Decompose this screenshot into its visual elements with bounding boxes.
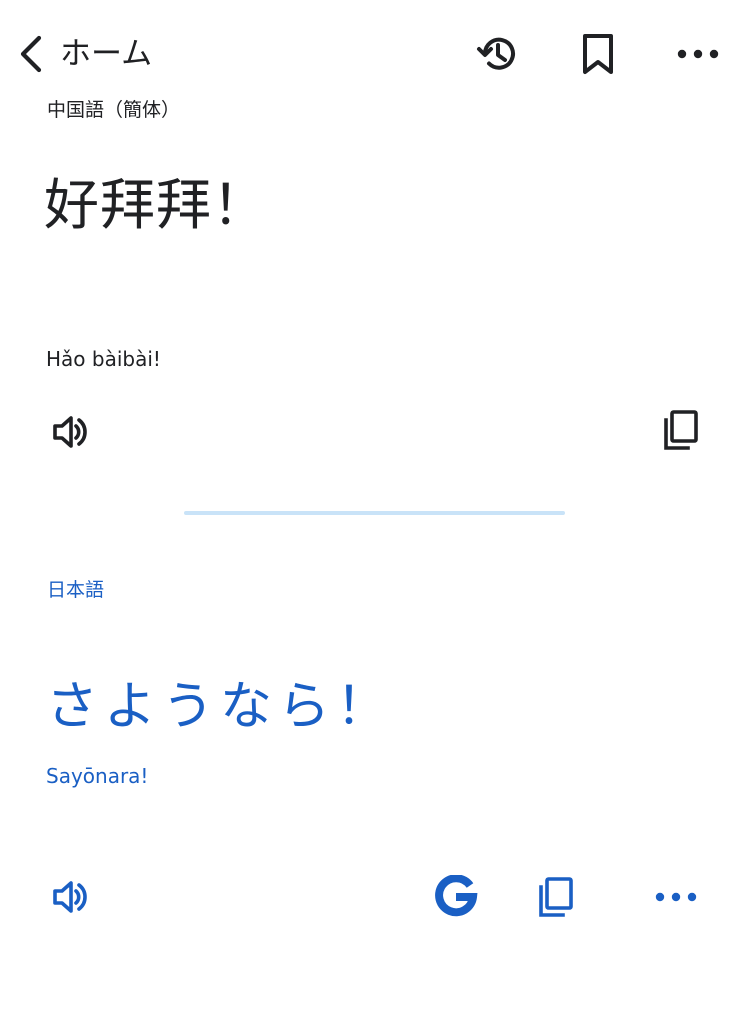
history-icon <box>477 37 515 70</box>
source-text: 好拜拜！ <box>44 173 269 237</box>
chevron-left-icon <box>20 35 42 73</box>
copy-icon <box>539 877 573 917</box>
copy-icon <box>664 410 698 450</box>
target-transliteration: Sayōnara! <box>46 764 149 788</box>
source-language-label: 中国語（簡体） <box>47 99 181 121</box>
speaker-icon <box>53 881 87 913</box>
source-transliteration: Hǎo bàibài! <box>46 347 161 371</box>
target-language-label: 日本語 <box>47 579 105 601</box>
source-copy-button[interactable] <box>655 404 707 456</box>
target-text: さようなら！ <box>46 677 395 737</box>
source-speak-button[interactable] <box>44 406 96 458</box>
back-button[interactable] <box>10 32 50 76</box>
target-speak-button[interactable] <box>44 871 96 923</box>
home-label[interactable]: ホーム <box>60 34 152 74</box>
speaker-icon <box>53 416 87 448</box>
more-horizontal-icon <box>655 892 697 902</box>
google-search-button[interactable] <box>430 871 482 923</box>
target-copy-button[interactable] <box>530 871 582 923</box>
bookmark-icon <box>583 34 613 74</box>
target-more-options-button[interactable] <box>650 871 702 923</box>
section-divider <box>184 511 565 515</box>
more-horizontal-icon <box>677 49 719 59</box>
google-g-icon <box>435 875 478 917</box>
more-options-button[interactable] <box>672 28 724 80</box>
history-button[interactable] <box>472 28 524 80</box>
bookmark-button[interactable] <box>572 28 624 80</box>
